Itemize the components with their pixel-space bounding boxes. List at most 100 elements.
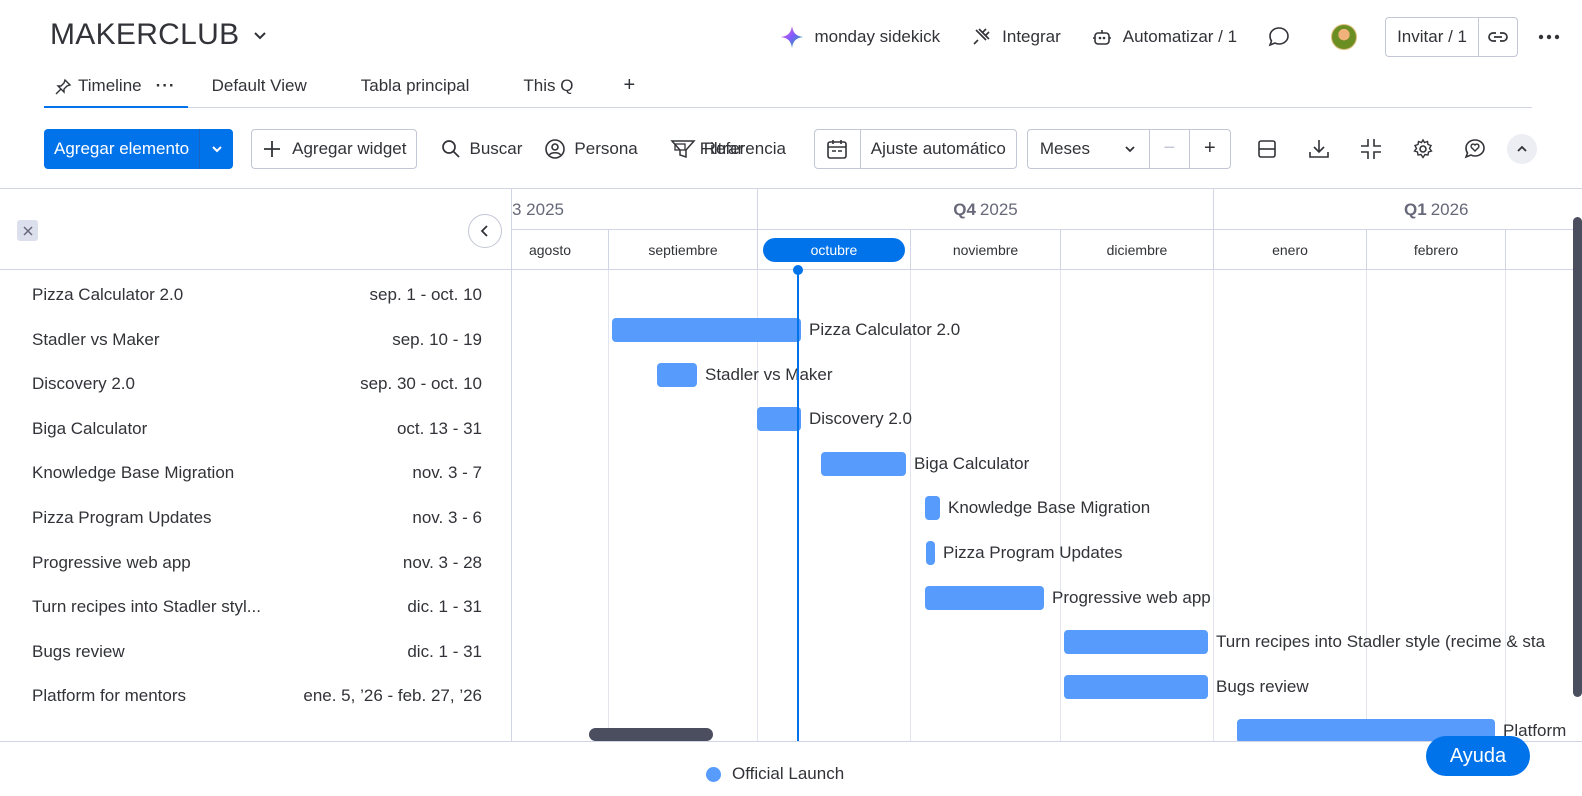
calendar-icon xyxy=(827,139,848,159)
feedback-button[interactable] xyxy=(1459,133,1491,165)
toolbar: Agregar elemento Agregar widget Buscar P… xyxy=(44,128,1582,169)
item-dates: dic. 1 - 31 xyxy=(407,597,482,617)
item-row[interactable]: Platform for mentors ene. 5, ’26 - feb. 2… xyxy=(0,674,511,718)
gantt-bar[interactable] xyxy=(925,496,940,521)
item-dates: nov. 3 - 6 xyxy=(412,508,482,527)
grid-line xyxy=(1505,270,1506,741)
today-marker-dot xyxy=(793,265,803,275)
item-row[interactable]: Pizza Program Updates nov. 3 - 6 xyxy=(0,496,511,540)
collapse-groups-button[interactable] xyxy=(17,220,38,241)
search-button[interactable]: Buscar xyxy=(441,139,522,159)
legend-label: Official Launch xyxy=(732,764,845,783)
zoom-in-button[interactable]: + xyxy=(1190,130,1230,168)
invite-group: Invitar / 1 xyxy=(1385,17,1518,57)
gantt-bar[interactable] xyxy=(1064,630,1208,655)
chevron-down-icon[interactable] xyxy=(251,18,269,52)
sparkle-icon xyxy=(781,26,804,48)
invite-button[interactable]: Invitar / 1 xyxy=(1386,18,1479,56)
item-dates: nov. 3 - 7 xyxy=(412,463,482,483)
automate-button[interactable]: Automatizar / 1 xyxy=(1091,26,1237,48)
item-row[interactable]: Discovery 2.0 sep. 30 - oct. 10 xyxy=(0,362,511,406)
add-widget-button[interactable]: Agregar widget xyxy=(251,128,418,169)
help-button[interactable]: Ayuda xyxy=(1426,736,1530,776)
gantt-bar[interactable] xyxy=(612,318,801,342)
item-name: Bugs review xyxy=(32,641,125,661)
person-filter-button[interactable]: Persona xyxy=(544,138,638,160)
gantt-bar[interactable] xyxy=(925,585,1044,610)
automate-label: Automatizar / 1 xyxy=(1122,27,1238,46)
gantt-bar[interactable] xyxy=(926,541,935,565)
chevron-up-icon xyxy=(1517,145,1527,152)
month-enero: enero xyxy=(1213,230,1366,270)
gantt-bar-label: Progressive web app xyxy=(1052,587,1211,607)
filter-icon xyxy=(670,139,696,158)
item-row[interactable]: Knowledge Base Migration nov. 3 - 7 xyxy=(0,451,511,495)
gantt-bar[interactable] xyxy=(657,362,697,387)
item-name: Platform for mentors xyxy=(32,686,186,706)
item-row[interactable]: Bugs review dic. 1 - 31 xyxy=(0,630,511,674)
integrate-label: Integrar xyxy=(1002,27,1061,46)
auto-fit-button[interactable]: Ajuste automático xyxy=(861,130,1016,168)
item-row[interactable]: Turn recipes into Stadler styl... dic. 1 … xyxy=(0,585,511,629)
tab-this-q[interactable]: This Q xyxy=(523,66,573,108)
horizontal-scrollbar[interactable] xyxy=(589,728,713,741)
plug-icon xyxy=(973,28,990,45)
export-button[interactable] xyxy=(1303,133,1335,165)
item-name: Stadler vs Maker xyxy=(32,329,160,349)
item-row[interactable]: Biga Calculator oct. 13 - 31 xyxy=(0,407,511,451)
user-avatar[interactable] xyxy=(1331,24,1358,50)
collapse-icon xyxy=(22,225,33,236)
item-row[interactable]: Stadler vs Maker sep. 10 - 19 xyxy=(0,318,511,362)
view-tabs: Timeline ··· Default View Tabla principa… xyxy=(44,66,1532,108)
chevron-down-icon xyxy=(1125,145,1135,152)
quarter-q4: Q4 2025 xyxy=(757,189,1213,230)
item-name: Pizza Program Updates xyxy=(32,508,212,527)
gantt-bar[interactable] xyxy=(1064,674,1208,699)
tab-more-icon[interactable]: ··· xyxy=(156,76,176,96)
fullscreen-button[interactable] xyxy=(1355,133,1387,165)
person-label: Persona xyxy=(574,138,638,158)
add-item-dropdown[interactable] xyxy=(200,129,233,169)
add-view-button[interactable]: + xyxy=(623,66,635,108)
filter-reference-button[interactable]: Filtrar Referencia xyxy=(670,137,790,161)
today-marker-line xyxy=(797,270,799,741)
item-row[interactable]: Pizza Calculator 2.0 sep. 1 - oct. 10 xyxy=(0,273,511,317)
gantt-bar[interactable] xyxy=(757,407,801,432)
gantt-bar-label: Knowledge Base Migration xyxy=(948,498,1151,518)
timeline-area[interactable]: 3 2025 Q4 2025 Q1 2026 agosto septiembre o… xyxy=(512,188,1582,741)
gantt-bar-label: Bugs review xyxy=(1216,676,1309,696)
gantt-bar-label: Biga Calculator xyxy=(914,453,1030,473)
collapse-screen-icon xyxy=(1360,138,1381,159)
zoom-out-button[interactable]: − xyxy=(1150,129,1190,168)
layout-button[interactable] xyxy=(1251,133,1283,165)
copy-link-button[interactable] xyxy=(1479,18,1517,56)
item-row[interactable]: Progressive web app nov. 3 - 28 xyxy=(0,541,511,585)
item-name: Progressive web app xyxy=(32,552,191,572)
month-row: agosto septiembre octubre noviembre dici… xyxy=(512,230,1582,270)
person-icon xyxy=(545,138,566,159)
add-item-button[interactable]: Agregar elemento xyxy=(44,128,201,169)
settings-button[interactable] xyxy=(1407,133,1439,165)
hide-list-button[interactable] xyxy=(468,214,502,248)
item-list-header xyxy=(0,189,511,270)
tab-default-view[interactable]: Default View xyxy=(212,66,307,108)
tab-timeline[interactable]: Timeline ··· xyxy=(44,66,188,108)
gantt-bar-label: Discovery 2.0 xyxy=(809,409,912,429)
gantt-bar[interactable] xyxy=(821,451,906,476)
legend-color-dot xyxy=(706,766,721,782)
collapse-header-button[interactable] xyxy=(1506,133,1537,164)
pin-icon xyxy=(55,78,72,95)
item-name: Knowledge Base Migration xyxy=(32,463,235,483)
scale-select[interactable]: Meses xyxy=(1028,129,1150,168)
sidekick-button[interactable]: monday sidekick xyxy=(780,25,940,49)
item-dates: sep. 30 - oct. 10 xyxy=(360,374,482,394)
more-options-button[interactable] xyxy=(1534,22,1564,52)
integrate-button[interactable]: Integrar xyxy=(970,26,1061,48)
chat-button[interactable] xyxy=(1267,25,1301,49)
board-title[interactable]: MAKERCLUB xyxy=(50,18,269,52)
item-dates: sep. 10 - 19 xyxy=(392,329,482,349)
tab-main-table[interactable]: Tabla principal xyxy=(361,66,470,108)
vertical-scrollbar[interactable] xyxy=(1573,217,1582,697)
calendar-button[interactable] xyxy=(815,129,861,168)
quarter-q1: Q1 2026 xyxy=(1213,189,1582,230)
